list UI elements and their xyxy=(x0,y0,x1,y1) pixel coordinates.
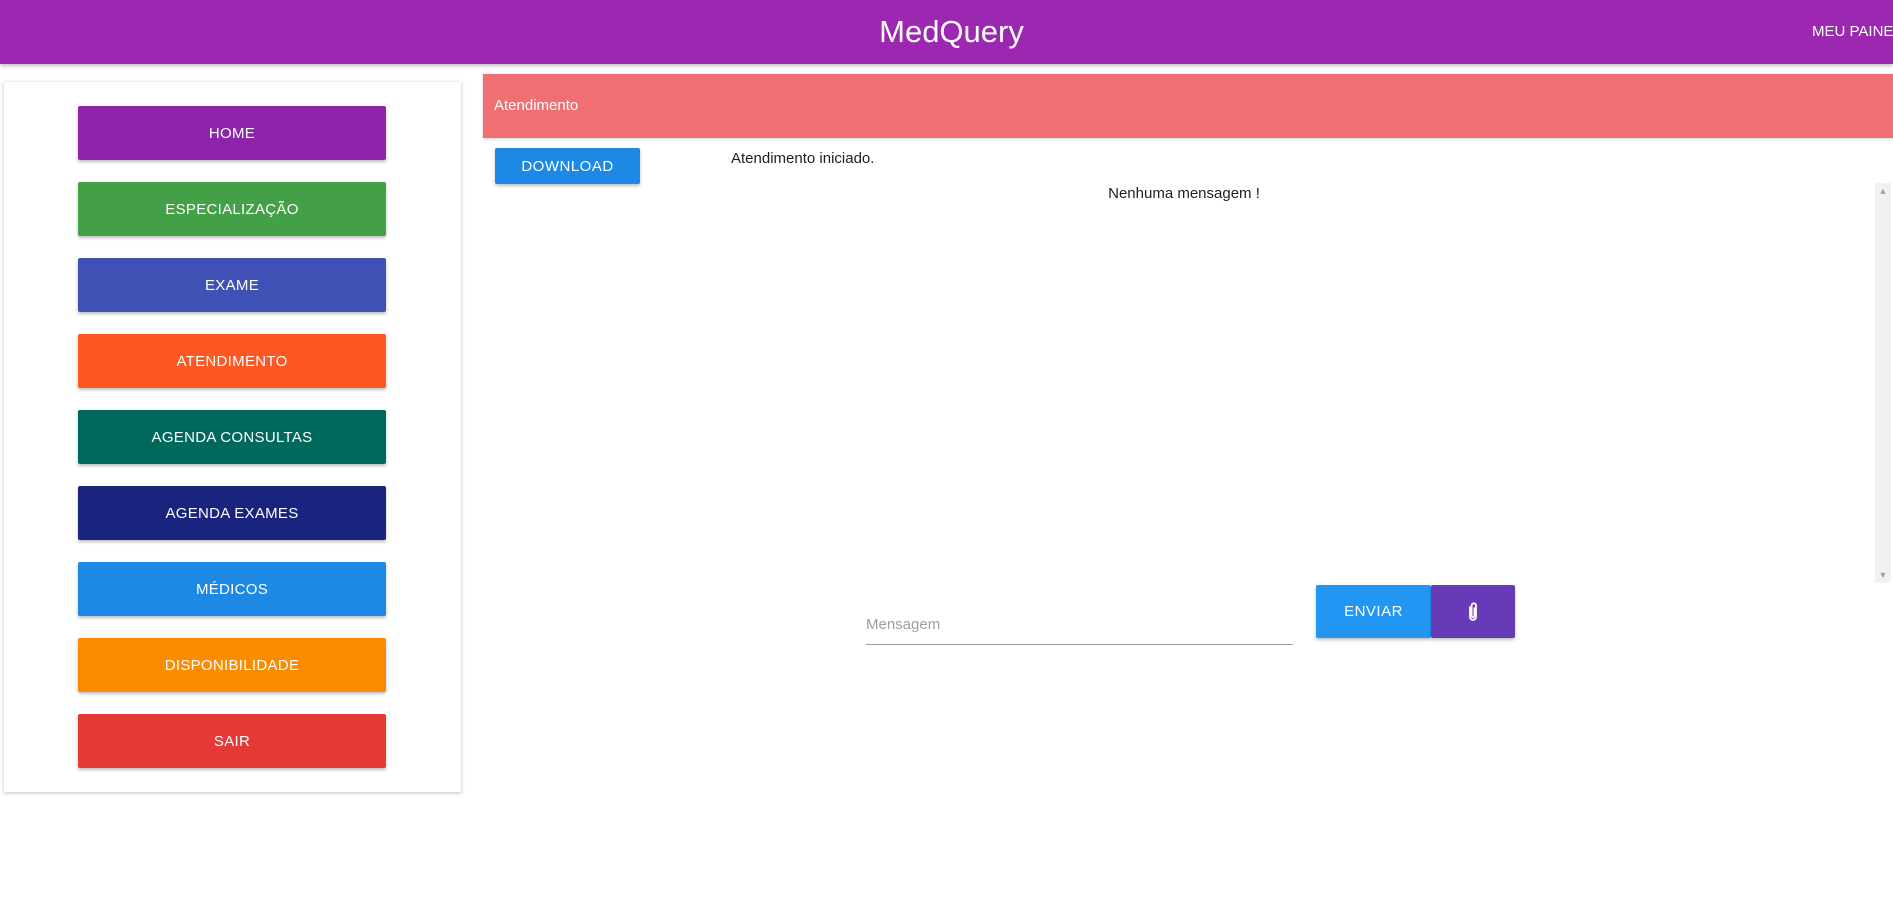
sidebar-item-exame[interactable]: EXAME xyxy=(78,258,386,312)
chat-status-text: Atendimento iniciado. xyxy=(731,150,875,167)
sidebar-item-disponibilidade[interactable]: DISPONIBILIDADE xyxy=(78,638,386,692)
messages-area[interactable]: Nenhuma mensagem ! xyxy=(483,183,1893,583)
chat-header-title: Atendimento xyxy=(494,97,579,114)
sidebar-item-medicos[interactable]: MÉDICOS xyxy=(78,562,386,616)
sidebar-item-home[interactable]: HOME xyxy=(78,106,386,160)
chat-header: Atendimento xyxy=(483,74,1893,138)
sidebar-item-agenda-exames[interactable]: AGENDA EXAMES xyxy=(78,486,386,540)
paperclip-icon xyxy=(1431,601,1515,623)
send-button[interactable]: ENVIAR xyxy=(1316,585,1431,638)
app-bar: MedQuery MEU PAINEL xyxy=(0,0,1893,64)
page: MedQuery MEU PAINEL HOME ESPECIALIZAÇÃO … xyxy=(0,0,1893,922)
message-input[interactable] xyxy=(866,604,1293,645)
meu-painel-link[interactable]: MEU PAINEL xyxy=(1812,0,1893,64)
sidebar-item-agenda-consultas[interactable]: AGENDA CONSULTAS xyxy=(78,410,386,464)
attach-file-button[interactable] xyxy=(1431,585,1515,638)
sidebar-item-sair[interactable]: SAIR xyxy=(78,714,386,768)
messages-scrollbar[interactable]: ▲ ▼ xyxy=(1875,183,1891,583)
sidebar: HOME ESPECIALIZAÇÃO EXAME ATENDIMENTO AG… xyxy=(4,82,461,792)
scroll-up-arrow-icon[interactable]: ▲ xyxy=(1875,183,1891,199)
sidebar-item-atendimento[interactable]: ATENDIMENTO xyxy=(78,334,386,388)
sidebar-item-especializacao[interactable]: ESPECIALIZAÇÃO xyxy=(78,182,386,236)
app-title: MedQuery xyxy=(879,14,1024,49)
download-button[interactable]: DOWNLOAD xyxy=(495,148,640,184)
scroll-down-arrow-icon[interactable]: ▼ xyxy=(1875,567,1891,583)
empty-messages-text: Nenhuma mensagem ! xyxy=(1108,185,1260,202)
